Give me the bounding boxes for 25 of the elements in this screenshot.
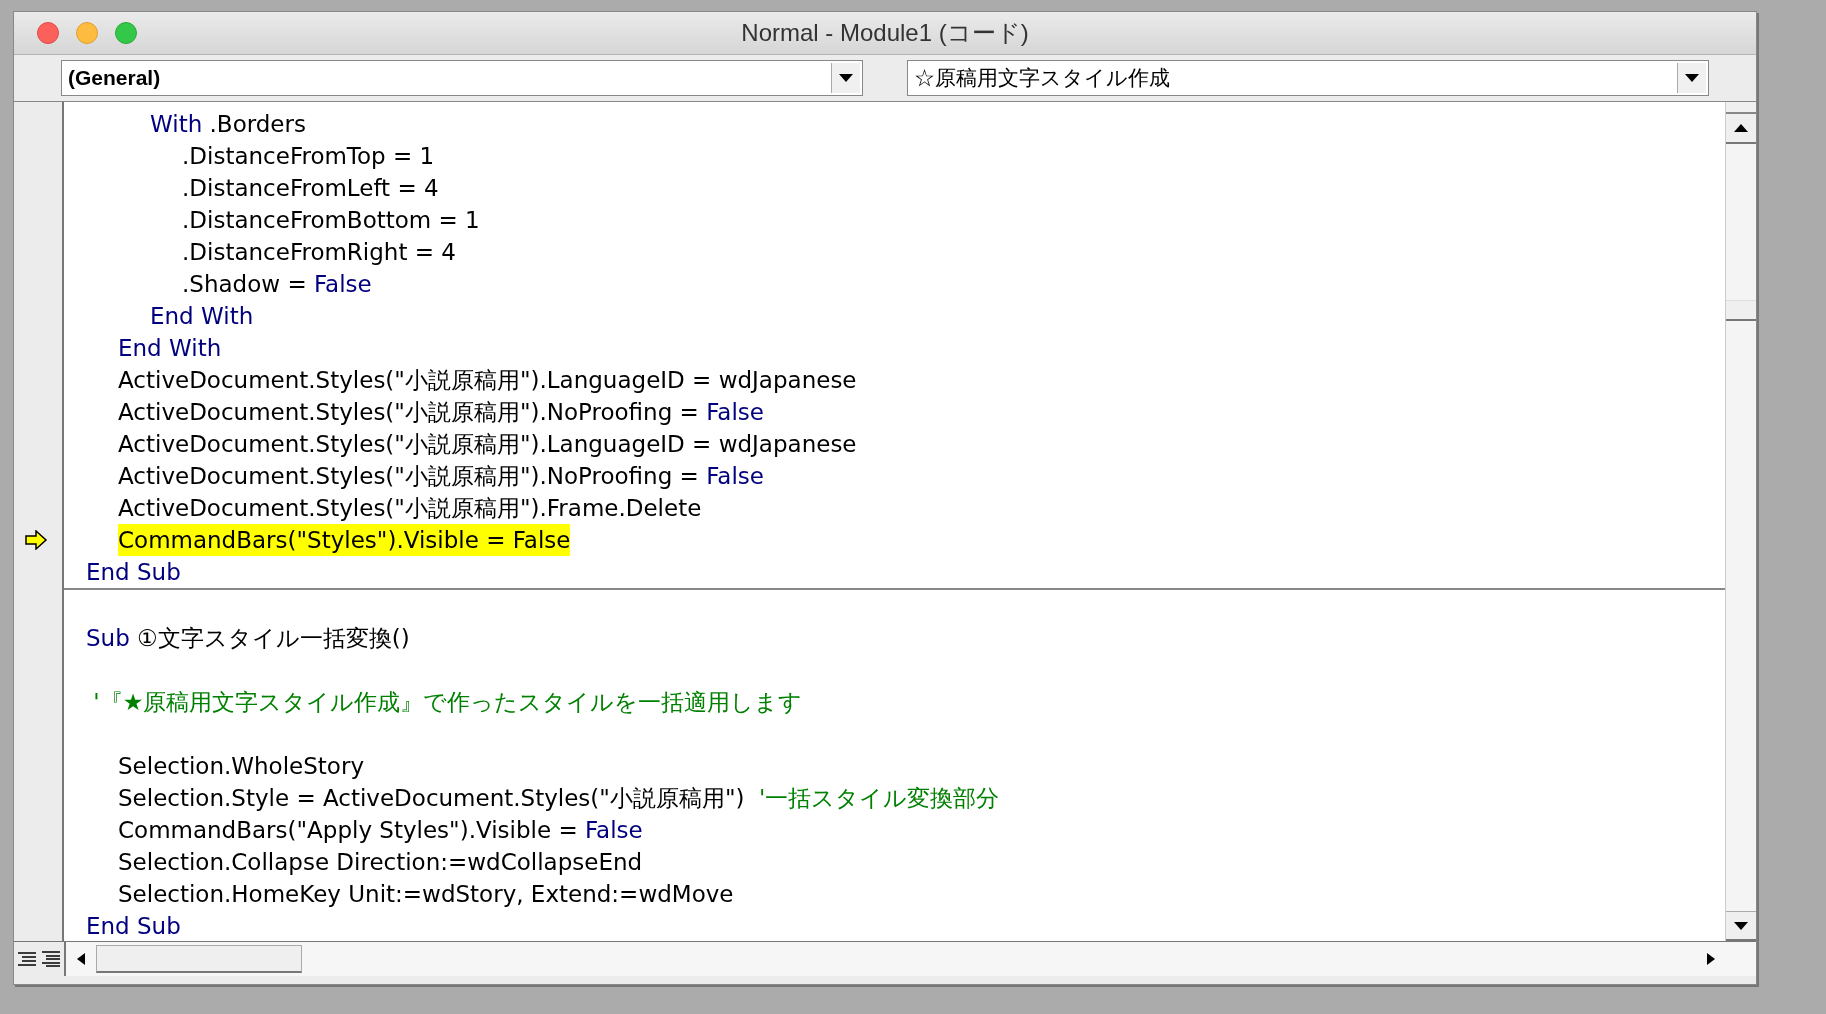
object-dropdown[interactable]: (General) [61,60,863,96]
code-line: With .Borders [150,110,306,139]
code-line: End Sub [86,912,181,941]
code-line: .DistanceFromLeft = 4 [182,174,439,203]
procedure-dropdown[interactable]: ☆原稿用文字スタイル作成 [907,60,1709,96]
code-line: .DistanceFromTop = 1 [182,142,435,171]
code-line: ActiveDocument.Styles("小説原稿用").LanguageID = wdJapanese [118,366,857,395]
code-line: ActiveDocument.Styles("小説原稿用").Frame.Delete [118,494,702,523]
code-line: Selection.WholeStory [118,752,364,781]
code-line: .Shadow = False [182,270,372,299]
code-line: Sub ①文字スタイル一括変換() [86,624,410,653]
code-line: Selection.HomeKey Unit:=wdStory, Extend:=wdMove [118,880,734,909]
code-line: End With [118,334,222,363]
code-line: CommandBars("Apply Styles").Visible = False [118,816,643,845]
code-line: Selection.Style = ActiveDocument.Styles("小説原稿用") '一括スタイル変換部分 [118,784,1000,813]
code-line: .DistanceFromBottom = 1 [182,206,480,235]
code-line: .DistanceFromRight = 4 [182,238,456,267]
code-line: ActiveDocument.Styles("小説原稿用").LanguageID = wdJapanese [118,430,857,459]
code-line: End With [150,302,254,331]
window-title: Normal - Module1 (コード) [741,18,1029,48]
code-line: ActiveDocument.Styles("小説原稿用").NoProofing = False [118,398,764,427]
code-line: '『★原稿用文字スタイル作成』で作ったスタイルを一括適用します [92,688,803,717]
code-line: End Sub [86,558,181,587]
code-line: Selection.Collapse Direction:=wdCollapseEnd [118,848,643,877]
code-line: ActiveDocument.Styles("小説原稿用").NoProofing = False [118,462,764,491]
